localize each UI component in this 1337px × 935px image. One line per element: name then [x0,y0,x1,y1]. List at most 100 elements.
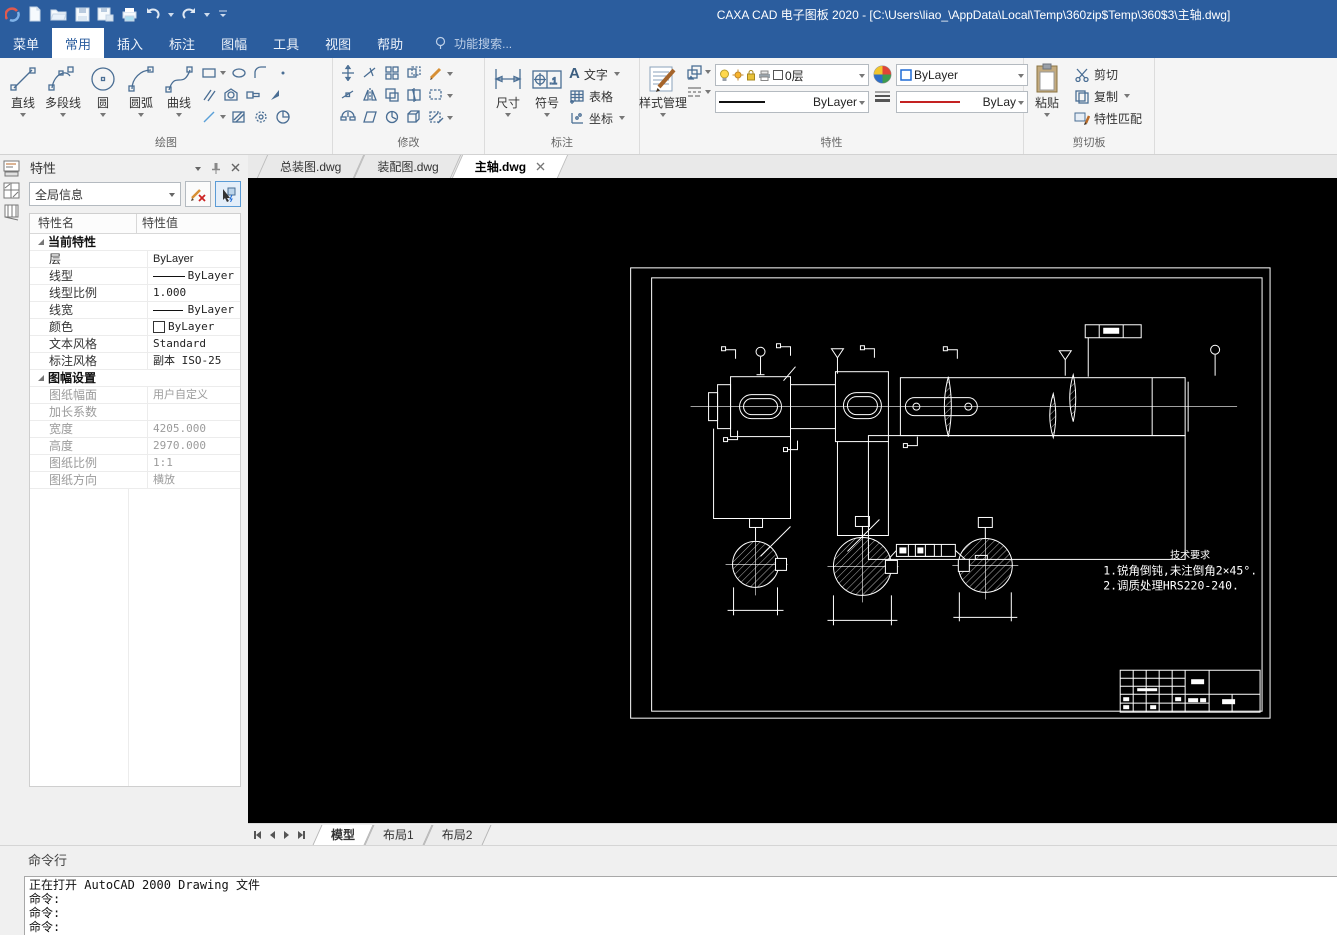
match-properties-button[interactable]: 特性匹配 [1072,107,1144,129]
library-panel-tab-icon[interactable] [3,182,20,199]
text-button[interactable]: A 文字 [567,63,627,85]
rectangle-tool-icon[interactable] [198,62,220,84]
options-panel-tab-icon[interactable] [3,204,20,221]
close-doc-icon[interactable] [536,162,545,171]
layout-tab-layout2[interactable]: 布局2 [423,824,491,845]
node-edit-icon[interactable] [337,84,359,106]
print-icon[interactable] [121,7,138,22]
clear-edit-button[interactable] [185,181,211,207]
prop-row-height[interactable]: 高度 2970.000 [30,438,240,455]
redo-dropdown-caret[interactable] [204,13,210,17]
prop-group-sheet[interactable]: 图幅设置 [30,370,240,387]
parallel-lines-icon[interactable] [198,84,220,106]
doc-tab-assembly[interactable]: 装配图.dwg [354,155,462,178]
bolt-tool-icon[interactable] [242,84,264,106]
prop-row-color[interactable]: 颜色 ByLayer [30,319,240,336]
curve-button[interactable]: 曲线 [160,61,198,118]
prop-row-width[interactable]: 宽度 4205.000 [30,421,240,438]
3d-box-icon[interactable] [403,106,425,128]
menu-item-help[interactable]: 帮助 [364,28,416,58]
cut-button[interactable]: 剪切 [1072,63,1144,85]
array-icon[interactable] [381,62,403,84]
offset-icon[interactable] [381,84,403,106]
properties-panel-tab-icon[interactable] [3,160,20,177]
circle-button[interactable]: 圆 [84,61,122,118]
lineweight-icon[interactable] [873,90,892,102]
new-file-icon[interactable] [27,6,43,22]
redo-icon[interactable] [181,7,197,21]
layout-tab-model[interactable]: 模型 [312,824,374,845]
paste-button[interactable]: 粘贴 [1028,61,1066,118]
gear-tool-icon[interactable] [250,106,272,128]
scale-icon[interactable] [337,106,359,128]
command-history[interactable]: 正在打开 AutoCAD 2000 Drawing 文件 命令: 命令: 命令: [24,876,1337,935]
first-layout-button[interactable] [254,830,261,839]
open-file-icon[interactable] [50,7,68,22]
move-icon[interactable] [337,62,359,84]
stretch-icon[interactable] [403,62,425,84]
trim-icon[interactable] [359,62,381,84]
prop-row-linetype[interactable]: 线型 ByLayer [30,268,240,285]
edit-pencil-icon[interactable] [425,62,447,84]
panel-pin-icon[interactable] [211,162,221,174]
prev-layout-button[interactable] [270,830,275,839]
prop-row-ltscale[interactable]: 线型比例 1.000 [30,285,240,302]
function-search[interactable]: 功能搜索... [434,28,512,58]
hole-shape-icon[interactable] [220,84,242,106]
table-button[interactable]: 表格 [567,85,627,107]
arc-button[interactable]: 圆弧 [122,61,160,118]
scope-combo[interactable]: 全局信息 [29,182,181,206]
rotate-icon[interactable] [381,106,403,128]
undo-dropdown-caret[interactable] [168,13,174,17]
prop-row-lengthen[interactable]: 加长系数 [30,404,240,421]
wipeout-tool-icon[interactable] [272,106,294,128]
prop-row-textstyle[interactable]: 文本风格 Standard [30,336,240,353]
menu-item-insert[interactable]: 插入 [104,28,156,58]
app-logo-icon[interactable] [5,6,20,22]
menu-item-sheet[interactable]: 图幅 [208,28,260,58]
symbol-button[interactable]: .1 符号 [527,61,567,118]
menu-item-home[interactable]: 常用 [52,28,105,58]
menu-item-annotate[interactable]: 标注 [156,28,208,58]
panel-close-icon[interactable] [231,163,240,172]
doc-tab-assembly-general[interactable]: 总装图.dwg [256,155,365,178]
prop-row-layer[interactable]: 层 ByLayer [30,251,240,268]
ellipse-tool-icon[interactable] [228,62,250,84]
prop-row-sheet-size[interactable]: 图纸幅面 用户自定义 [30,387,240,404]
color-combo[interactable]: ByLayer [896,64,1028,86]
prop-group-current[interactable]: 当前特性 [30,234,240,251]
layer-combo[interactable]: 0层 [715,64,869,86]
doc-tab-spindle[interactable]: 主轴.dwg [451,155,569,178]
shear-icon[interactable] [359,106,381,128]
hatch-edit-icon[interactable] [425,106,447,128]
panel-menu-caret[interactable] [195,165,201,171]
save-all-icon[interactable] [97,7,114,22]
mirror-icon[interactable] [359,84,381,106]
drawing-canvas[interactable]: 技术要求 1.锐角倒钝,未注倒角2×45°. 2.调质处理HRS220-240. [248,178,1337,823]
prop-row-lineweight[interactable]: 线宽 ByLayer [30,302,240,319]
menu-item-tools[interactable]: 工具 [260,28,312,58]
layer-convert-button[interactable] [686,64,711,80]
prop-row-scale[interactable]: 图纸比例 1:1 [30,455,240,472]
polyline-button[interactable]: 多段线 [42,61,84,118]
linetype-tool-button[interactable] [686,85,711,99]
coordinate-button[interactable]: 坐标 [567,107,627,129]
lineweight-combo[interactable]: ByLay [896,91,1028,113]
style-manager-button[interactable]: 样式管理 [639,61,687,118]
next-layout-button[interactable] [284,830,289,839]
menu-item-menu[interactable]: 菜单 [0,28,52,58]
layout-tab-layout1[interactable]: 布局1 [364,824,433,845]
hatch-tool-icon[interactable] [228,106,250,128]
color-wheel-icon[interactable] [873,65,892,84]
save-icon[interactable] [75,7,90,22]
sketch-line-icon[interactable] [198,106,220,128]
prop-row-dimstyle[interactable]: 标注风格 副本 ISO-25 [30,353,240,370]
customize-qat-icon[interactable] [217,8,229,20]
line-button[interactable]: 直线 [4,61,42,118]
dimension-button[interactable]: 尺寸 [489,61,527,118]
prop-row-orientation[interactable]: 图纸方向 横放 [30,472,240,489]
linetype-combo[interactable]: ByLayer [715,91,869,113]
copy-button[interactable]: 复制 [1072,85,1144,107]
break-icon[interactable] [403,84,425,106]
menu-item-view[interactable]: 视图 [312,28,364,58]
